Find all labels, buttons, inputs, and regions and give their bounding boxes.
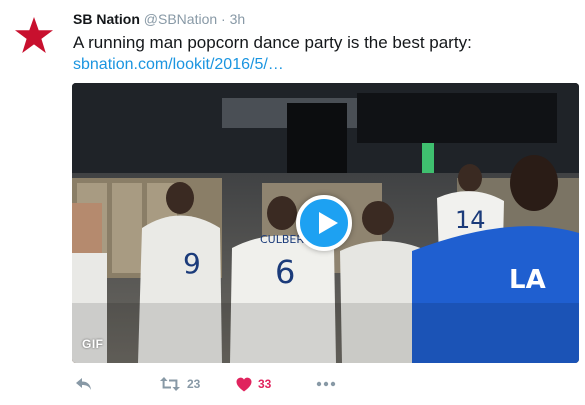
jersey-number-6: 6	[275, 253, 295, 291]
retweet-button[interactable]: 23	[159, 374, 200, 394]
retweet-icon	[160, 377, 180, 391]
heart-icon	[236, 377, 252, 391]
shirt-logo-la: LA	[509, 265, 546, 295]
reply-button[interactable]	[75, 374, 93, 394]
gif-media[interactable]: 9 CULBERSON 6 14 LA GIF	[72, 83, 579, 363]
author-name[interactable]: SB Nation	[73, 11, 140, 27]
tweet-text: A running man popcorn dance party is the…	[73, 33, 472, 52]
sbnation-star-avatar-icon[interactable]	[14, 16, 54, 56]
play-button[interactable]	[296, 195, 352, 251]
jersey-number-14: 14	[455, 206, 486, 234]
author-handle[interactable]: @SBNation	[144, 11, 217, 27]
play-icon	[319, 212, 338, 234]
more-options-button[interactable]	[316, 374, 336, 394]
retweet-count: 23	[187, 377, 201, 391]
jersey-number-9: 9	[183, 247, 201, 280]
like-button[interactable]: 33	[236, 374, 271, 394]
more-dots-icon	[316, 381, 336, 387]
like-count: 33	[258, 377, 272, 391]
separator-dot: ·	[221, 11, 226, 27]
tweet-timestamp[interactable]: 3h	[230, 11, 246, 27]
tweet-link[interactable]: sbnation.com/lookit/2016/5/…	[73, 55, 284, 75]
reply-icon	[76, 378, 91, 390]
tweet-header: SB Nation @SBNation · 3h	[73, 11, 245, 27]
tweet-actions: 23 33	[73, 374, 373, 394]
tweet-card[interactable]: SB Nation @SBNation · 3h A running man p…	[0, 0, 585, 405]
gif-badge: GIF	[82, 337, 104, 351]
